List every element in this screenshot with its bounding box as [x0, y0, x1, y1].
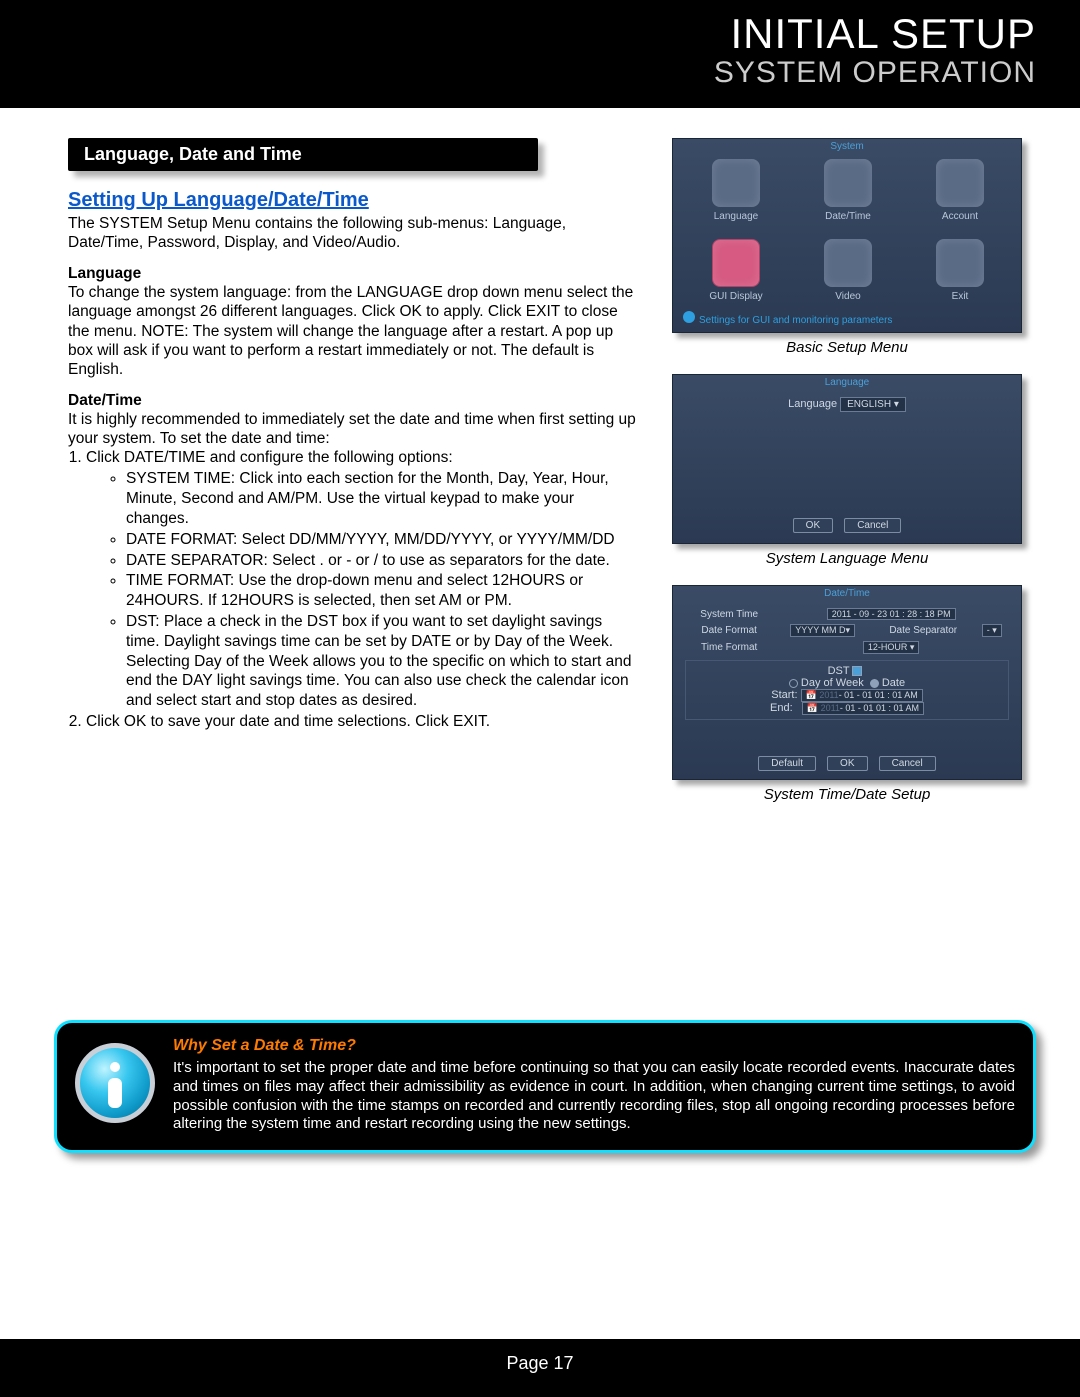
mock2-row: Language ENGLISH ▾ — [685, 397, 1009, 412]
mock1-cell: Date/Time — [803, 159, 893, 222]
ok-button[interactable]: OK — [793, 518, 833, 533]
intro-text: The SYSTEM Setup Menu contains the follo… — [68, 214, 638, 253]
page-title-1: INITIAL SETUP — [0, 10, 1036, 58]
systime-label: System Time — [685, 606, 773, 622]
mock1-title: System — [830, 141, 863, 152]
datefmt-value[interactable]: YYYY MM D▾ — [790, 624, 855, 637]
mock1-cell: GUI Display — [691, 239, 781, 302]
bullet: DST: Place a check in the DST box if you… — [126, 612, 638, 711]
step-1-bullets: SYSTEM TIME: Click into each section for… — [86, 469, 638, 711]
page-number: Page 17 — [506, 1353, 573, 1373]
page-title-2: SYSTEM OPERATION — [0, 56, 1036, 90]
default-button[interactable]: Default — [758, 756, 816, 771]
bullet: DATE FORMAT: Select DD/MM/YYYY, MM/DD/YY… — [126, 530, 638, 550]
steps-list: Click DATE/TIME and configure the follow… — [68, 448, 638, 732]
cancel-button[interactable]: Cancel — [844, 518, 901, 533]
caption-2: System Language Menu — [668, 550, 1026, 567]
mock1-hint-text: Settings for GUI and monitoring paramete… — [699, 315, 892, 326]
info-body: Why Set a Date & Time? It's important to… — [173, 1037, 1015, 1134]
step-2: Click OK to save your date and time sele… — [86, 712, 638, 732]
language-body: To change the system language: from the … — [68, 283, 638, 380]
mock3-table: System Time 2011 - 09 - 23 01 : 28 : 18 P… — [685, 606, 1009, 656]
datetime-heading: Date/Time — [68, 392, 638, 410]
systime-value[interactable]: 2011 - 09 - 23 01 : 28 : 18 PM — [827, 608, 956, 620]
info-callout: Why Set a Date & Time? It's important to… — [54, 1020, 1036, 1153]
language-heading: Language — [68, 265, 638, 283]
mock1-cell: Language — [691, 159, 781, 222]
right-column: System Language Date/Time Account GUI Di… — [668, 138, 1026, 821]
dow-label: Day of Week — [801, 677, 864, 689]
info-icon — [75, 1043, 155, 1123]
mock2-label: Language — [788, 398, 837, 410]
dst-start-row: Start: 📅 2011- 01 - 01 01 : 01 AM — [690, 689, 1004, 702]
bulb-icon — [683, 311, 695, 323]
radio-dayweek[interactable] — [789, 679, 798, 688]
end-label: End: — [770, 702, 793, 714]
content-area: Language, Date and Time Setting Up Langu… — [0, 108, 1080, 821]
exit-icon — [936, 239, 984, 287]
info-question: Why Set a Date & Time? — [173, 1037, 1015, 1055]
mock2-title: Language — [825, 377, 870, 388]
dst-group: DST Day of Week Date Start: 📅 2011- 01 -… — [685, 660, 1009, 720]
datetime-lead: It is highly recommended to immediately … — [68, 410, 638, 449]
left-column: Language, Date and Time Setting Up Langu… — [68, 138, 638, 821]
mock2-buttons: OK Cancel — [673, 518, 1021, 533]
dst-label: DST — [828, 665, 850, 677]
timefmt-value[interactable]: 12-HOUR ▾ — [863, 641, 920, 654]
bullet: DATE SEPARATOR: Select . or - or / to us… — [126, 551, 638, 571]
mock3-buttons: Default OK Cancel — [673, 756, 1021, 771]
datesep-value[interactable]: - ▾ — [982, 624, 1002, 637]
language-menu-screenshot: Language Language ENGLISH ▾ OK Cancel — [672, 374, 1022, 544]
mock1-lbl: Account — [915, 211, 1005, 222]
mock1-cell: Video — [803, 239, 893, 302]
header-bar: INITIAL SETUP SYSTEM OPERATION — [0, 0, 1080, 108]
dst-checkbox[interactable] — [852, 666, 862, 676]
mock1-lbl: Date/Time — [803, 211, 893, 222]
mock1-lbl: Language — [691, 211, 781, 222]
mock1-hint: Settings for GUI and monitoring paramete… — [683, 311, 892, 326]
page-footer: Page 17 — [0, 1339, 1080, 1397]
datesep-label: Date Separator — [872, 622, 975, 639]
dst-row: DST — [690, 665, 1004, 677]
datefmt-label: Date Format — [685, 622, 773, 639]
setting-subtitle: Setting Up Language/Date/Time — [68, 189, 638, 212]
caption-3: System Time/Date Setup — [668, 786, 1026, 803]
info-answer: It's important to set the proper date an… — [173, 1059, 1015, 1134]
timefmt-label: Time Format — [685, 639, 773, 656]
clock-icon — [824, 159, 872, 207]
radio-date[interactable] — [870, 679, 879, 688]
caption-1: Basic Setup Menu — [668, 339, 1026, 356]
bullet: TIME FORMAT: Use the drop-down menu and … — [126, 571, 638, 611]
language-icon — [712, 159, 760, 207]
step-1: Click DATE/TIME and configure the follow… — [86, 448, 638, 711]
mock1-cell: Account — [915, 159, 1005, 222]
mock1-lbl: GUI Display — [691, 291, 781, 302]
dst-mode-row: Day of Week Date — [690, 677, 1004, 689]
section-heading: Language, Date and Time — [68, 138, 538, 171]
display-icon — [712, 239, 760, 287]
bullet: SYSTEM TIME: Click into each section for… — [126, 469, 638, 528]
mock1-lbl: Exit — [915, 291, 1005, 302]
dst-start-field[interactable]: 📅 2011- 01 - 01 01 : 01 AM — [801, 689, 923, 702]
date-label: Date — [882, 677, 905, 689]
mock2-select[interactable]: ENGLISH ▾ — [840, 397, 906, 412]
mock1-cell: Exit — [915, 239, 1005, 302]
video-icon — [824, 239, 872, 287]
mock3-title: Date/Time — [824, 588, 870, 599]
basic-setup-screenshot: System Language Date/Time Account GUI Di… — [672, 138, 1022, 333]
ok-button[interactable]: OK — [827, 756, 867, 771]
account-icon — [936, 159, 984, 207]
mock2-value: ENGLISH — [847, 399, 891, 410]
dst-end-row: End: 📅 2011- 01 - 01 01 : 01 AM — [690, 702, 1004, 715]
start-label: Start: — [771, 689, 797, 701]
timedate-screenshot: Date/Time System Time 2011 - 09 - 23 01 :… — [672, 585, 1022, 780]
step-1-text: Click DATE/TIME and configure the follow… — [86, 449, 453, 466]
mock1-lbl: Video — [803, 291, 893, 302]
cancel-button[interactable]: Cancel — [879, 756, 936, 771]
dst-end-field[interactable]: 📅 2011- 01 - 01 01 : 01 AM — [802, 702, 924, 715]
